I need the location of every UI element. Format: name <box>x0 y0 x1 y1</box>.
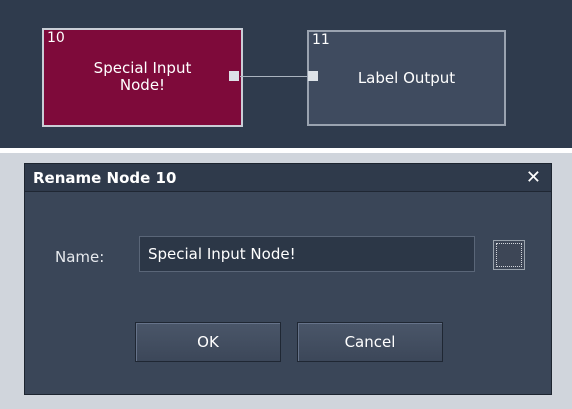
color-swatch-button[interactable] <box>493 240 525 270</box>
node-label: Label Output <box>357 69 456 87</box>
node-number: 10 <box>47 30 65 46</box>
cancel-button[interactable]: Cancel <box>297 322 443 362</box>
input-port[interactable] <box>308 71 318 81</box>
node-label: Special Input Node! <box>44 60 241 94</box>
node-label-output[interactable]: 11 Label Output <box>307 30 506 126</box>
dialog-title: Rename Node 10 <box>33 169 177 187</box>
node-graph-canvas[interactable]: 10 Special Input Node! 11 Label Output <box>0 0 572 148</box>
dialog-titlebar[interactable]: Rename Node 10 ✕ <box>25 164 551 192</box>
connection-wire <box>240 76 310 77</box>
ok-button[interactable]: OK <box>135 322 281 362</box>
node-label-line-2: Node! <box>119 76 166 94</box>
output-port[interactable] <box>229 71 239 81</box>
close-icon[interactable]: ✕ <box>526 167 541 188</box>
node-number: 11 <box>312 32 330 48</box>
node-special-input[interactable]: 10 Special Input Node! <box>42 28 243 127</box>
name-label: Name: <box>55 248 105 266</box>
name-input[interactable] <box>139 236 475 272</box>
node-label-line-1: Special Input <box>93 59 192 77</box>
rename-node-dialog: Rename Node 10 ✕ Name: OK Cancel <box>24 163 552 395</box>
